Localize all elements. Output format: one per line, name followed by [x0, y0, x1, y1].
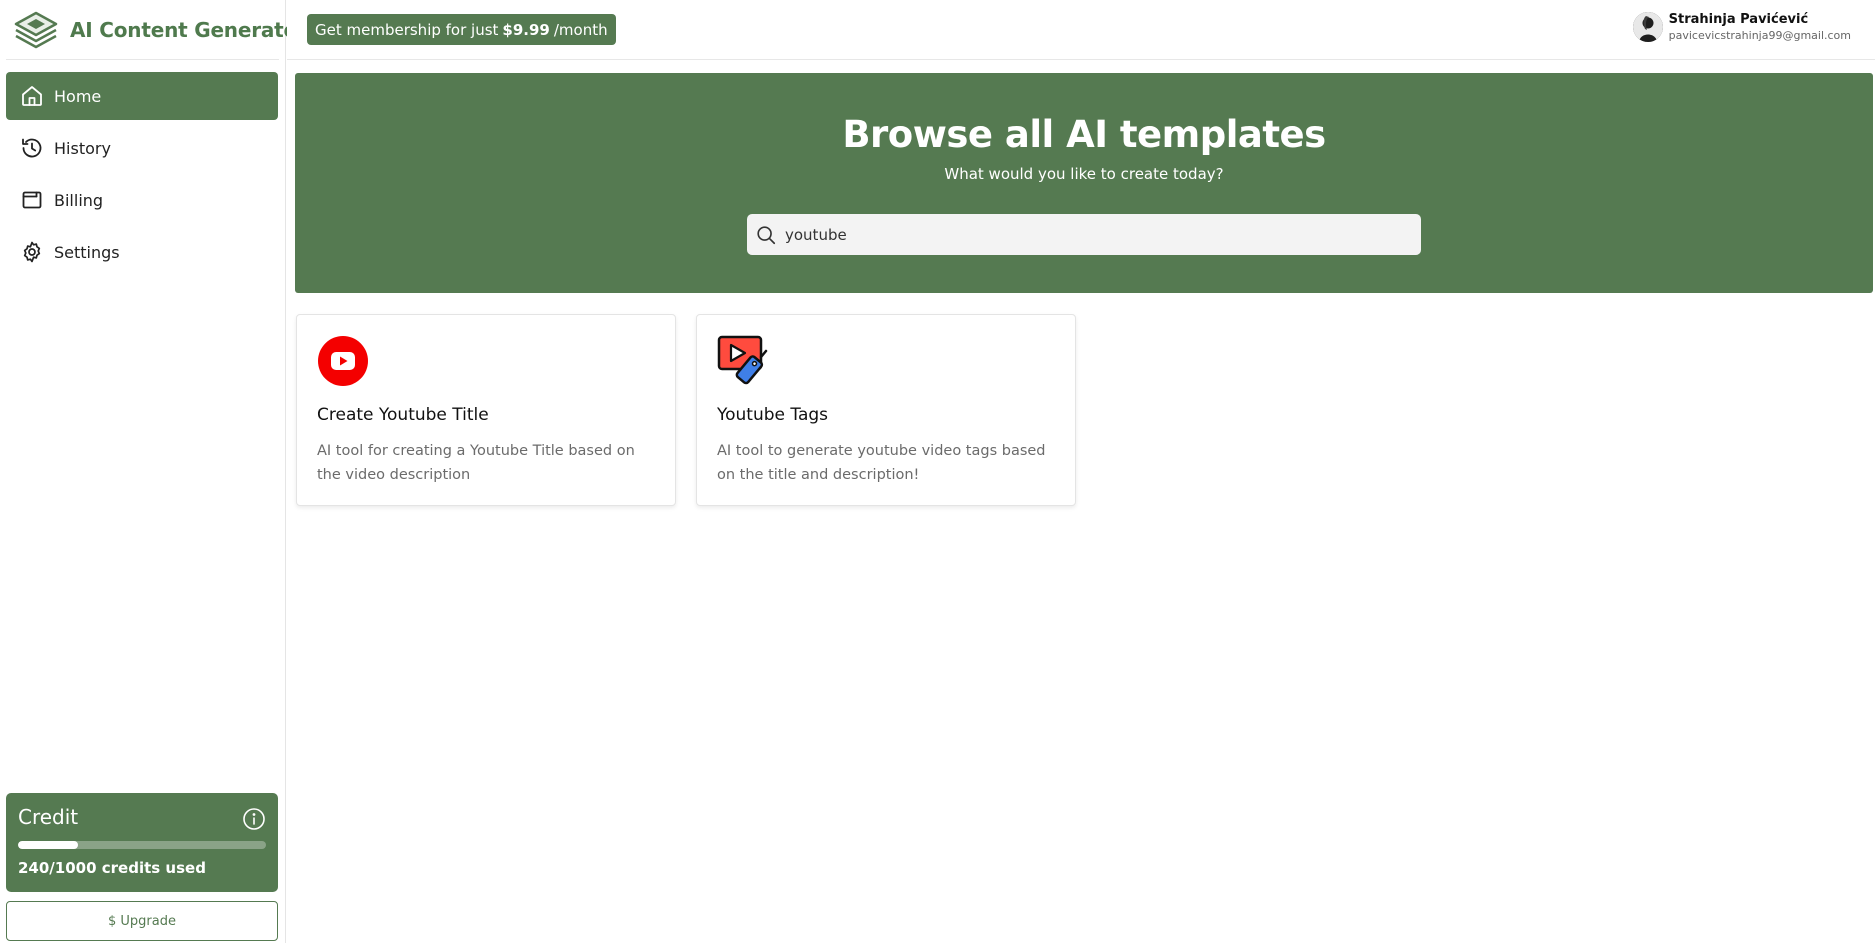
sidebar-item-history[interactable]: History	[6, 124, 278, 172]
logo-icon	[14, 11, 58, 49]
divider	[6, 59, 279, 60]
search-banner: Browse all AI templates What would you l…	[295, 73, 1873, 293]
gear-icon	[23, 241, 41, 263]
sidebar-item-label: History	[54, 138, 111, 158]
user-email: pavicevicstrahinja99@gmail.com	[1668, 29, 1851, 42]
user-name: Strahinja Pavićević	[1668, 12, 1809, 27]
sidebar-item-home[interactable]: Home	[6, 72, 278, 120]
page-subtitle: What would you like to create today?	[944, 165, 1224, 183]
sidebar-item-label: Billing	[54, 190, 104, 210]
sidebar-item-billing[interactable]: Billing	[6, 176, 278, 224]
video-tag-icon	[717, 335, 768, 385]
sidebar-nav: Home History Billing Settings	[6, 72, 278, 280]
credit-card: Credit 240/1000 credits used	[6, 793, 278, 892]
template-card-youtube-tags[interactable]: Youtube Tags AI tool to generate youtube…	[696, 314, 1076, 506]
template-title: Youtube Tags	[717, 405, 829, 425]
membership-promo-badge[interactable]: Get membership for just $9.99 /month	[307, 14, 616, 45]
search-input[interactable]	[785, 225, 1405, 244]
template-description: AI tool for creating a Youtube Title bas…	[317, 443, 635, 483]
template-card-youtube-title[interactable]: Create Youtube Title AI tool for creatin…	[296, 314, 676, 506]
promo-prefix: Get membership for just	[315, 20, 499, 39]
sidebar-item-label: Settings	[54, 242, 120, 262]
sidebar-item-label: Home	[54, 86, 102, 106]
app-name: AI Content Generator	[70, 18, 307, 42]
upgrade-button[interactable]: $ Upgrade	[6, 901, 278, 941]
youtube-icon	[318, 336, 368, 386]
template-title: Create Youtube Title	[317, 405, 489, 425]
wallet-icon	[22, 191, 42, 209]
user-profile[interactable]: Strahinja Pavićević pavicevicstrahinja99…	[1632, 12, 1851, 42]
credit-progress-fill	[18, 841, 78, 849]
info-icon[interactable]	[242, 807, 266, 831]
sidebar: AI Content Generator Home History Billin…	[0, 0, 307, 943]
home-icon	[22, 86, 42, 106]
promo-suffix: /month	[553, 20, 608, 39]
credit-used-text: 240/1000 credits used	[18, 859, 206, 877]
search-icon	[757, 225, 776, 244]
promo-price: $9.99	[502, 20, 550, 39]
sidebar-item-settings[interactable]: Settings	[6, 228, 278, 276]
search-box[interactable]	[747, 214, 1421, 255]
template-description: AI tool to generate youtube video tags b…	[717, 443, 1046, 483]
page-title: Browse all AI templates	[842, 113, 1326, 156]
history-icon	[22, 138, 42, 158]
logo[interactable]: AI Content Generator	[12, 10, 307, 50]
top-header: Get membership for just $9.99 /month Str…	[287, 0, 1875, 60]
credit-progress-bar	[18, 841, 266, 849]
credit-title: Credit	[18, 805, 79, 829]
app-root: AI Content Generator Home History Billin…	[0, 0, 1875, 943]
avatar[interactable]	[1632, 12, 1663, 42]
avatar-image	[1632, 12, 1663, 42]
